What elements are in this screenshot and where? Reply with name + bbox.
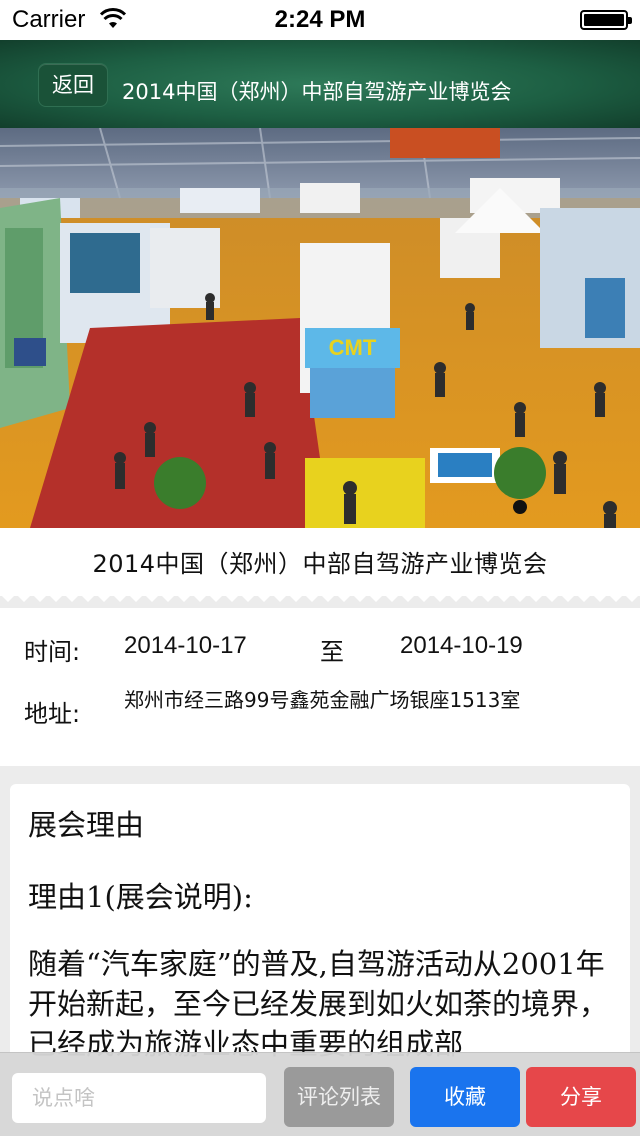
comment-list-button[interactable]: 评论列表: [284, 1067, 394, 1127]
share-button[interactable]: 分享: [526, 1067, 636, 1127]
banner-image[interactable]: CMT: [0, 128, 640, 528]
page-title: 2014中国（郑州）中部自驾游产业博览会: [122, 80, 512, 104]
address-value: 郑州市经三路99号鑫苑金融广场银座1513室: [124, 688, 521, 712]
booth-sign-cmt: CMT: [328, 335, 377, 360]
info-card: 时间: 2014-10-17 至 2014-10-19 地址: 郑州市经三路99…: [0, 608, 640, 766]
favorite-button[interactable]: 收藏: [410, 1067, 520, 1127]
start-date: 2014-10-17: [124, 632, 247, 659]
description-card: 展会理由 理由1(展会说明): 随着“汽车家庭”的普及,自驾游活动从2001年开…: [10, 784, 630, 1084]
clock-label: 2:24 PM: [274, 6, 366, 33]
caption-card: 2014中国（郑州）中部自驾游产业博览会: [0, 528, 640, 596]
back-button[interactable]: 返回: [38, 63, 108, 107]
address-label: 地址:: [24, 700, 81, 728]
end-date: 2014-10-19: [400, 632, 523, 659]
bottom-toolbar: 评论列表 收藏 分享: [0, 1052, 640, 1136]
exhibition-detail-screen: Carrier 2:24 PM 返回 2014中国（郑州）中部自驾游产业博览会: [0, 0, 640, 1136]
battery-icon: [580, 10, 632, 30]
navigation-bar: 返回 2014中国（郑州）中部自驾游产业博览会: [0, 40, 640, 128]
time-label: 时间:: [24, 638, 81, 666]
reason-title: 理由1(展会说明):: [28, 880, 253, 914]
zigzag-divider: [0, 594, 640, 602]
exhibition-hall-photo: [0, 128, 640, 528]
description-heading: 展会理由: [28, 808, 145, 842]
comment-input[interactable]: [12, 1073, 266, 1123]
status-bar: Carrier 2:24 PM: [0, 0, 640, 40]
date-separator: 至: [320, 638, 344, 666]
page-indicator-dot[interactable]: [513, 500, 527, 514]
description-body: 随着“汽车家庭”的普及,自驾游活动从2001年开始新起，至今已经发展到如火如荼的…: [28, 947, 609, 1061]
exhibition-title: 2014中国（郑州）中部自驾游产业博览会: [92, 550, 548, 578]
